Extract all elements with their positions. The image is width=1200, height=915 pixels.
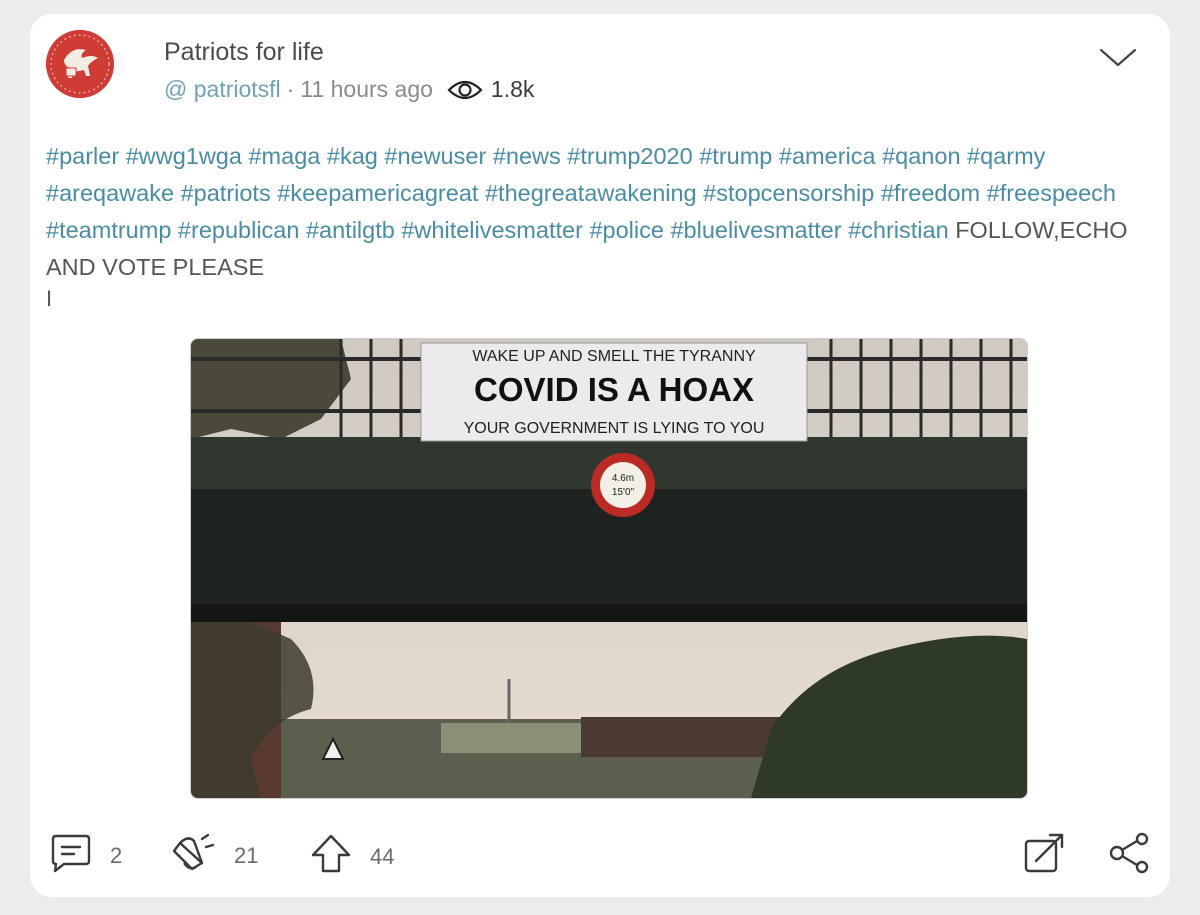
hashtag-link[interactable]: #freespeech: [987, 180, 1116, 206]
hashtag-link[interactable]: #qanon: [882, 143, 960, 169]
hashtag-link[interactable]: #qarmy: [967, 143, 1045, 169]
megaphone-icon: [172, 833, 216, 878]
chevron-down-icon[interactable]: [1098, 46, 1138, 75]
comment-button[interactable]: 2: [50, 833, 122, 878]
hashtag-link[interactable]: #news: [493, 143, 561, 169]
avatar[interactable]: [46, 30, 114, 98]
author-name[interactable]: Patriots for life: [164, 38, 324, 67]
hashtag-link[interactable]: #america: [779, 143, 876, 169]
hashtag-link[interactable]: #maga: [248, 143, 320, 169]
echo-button[interactable]: 21: [172, 833, 258, 878]
bridge-photo: WAKE UP AND SMELL THE TYRANNY COVID IS A…: [191, 339, 1027, 798]
post-image[interactable]: WAKE UP AND SMELL THE TYRANNY COVID IS A…: [190, 338, 1028, 799]
echo-count: 21: [234, 842, 259, 868]
post-time: 11 hours ago: [300, 76, 433, 102]
upvote-button[interactable]: 44: [310, 833, 394, 880]
winged-lion-icon: [46, 30, 114, 98]
meta-separator: ·: [286, 76, 295, 102]
post-text: #parler #wwg1wga #maga #kag #newuser #ne…: [46, 138, 1146, 312]
eye-icon: [447, 78, 483, 102]
expand-button[interactable]: [1022, 831, 1066, 880]
expand-icon: [1022, 833, 1066, 879]
comment-icon: [50, 833, 92, 878]
banner-line-1: WAKE UP AND SMELL THE TYRANNY: [472, 348, 756, 365]
hashtag-link[interactable]: #stopcensorship: [703, 180, 874, 206]
hashtag-link[interactable]: #republican: [178, 217, 300, 243]
banner-line-2: COVID IS A HOAX: [474, 371, 754, 408]
text-caret: I: [46, 286, 53, 311]
share-button[interactable]: [1108, 831, 1152, 880]
hashtag-link[interactable]: #trump: [699, 143, 772, 169]
post-card: Patriots for life @ patriotsfl · 11 hour…: [30, 14, 1170, 897]
hashtag-link[interactable]: #wwg1wga: [126, 143, 242, 169]
sign-line-2: 15'0": [612, 487, 635, 498]
hashtag-link[interactable]: #thegreatawakening: [485, 180, 697, 206]
view-count: 1.8k: [490, 76, 535, 102]
hashtag-link[interactable]: #parler: [46, 143, 119, 169]
hashtag-link[interactable]: #police: [589, 217, 663, 243]
upvote-arrow-icon: [310, 833, 352, 880]
share-icon: [1108, 832, 1152, 879]
hashtag-link[interactable]: #antilgtb: [306, 217, 395, 243]
hashtag-link[interactable]: #kag: [327, 143, 378, 169]
comment-count: 2: [110, 842, 123, 868]
upvote-count: 44: [370, 843, 395, 869]
hashtag-link[interactable]: #newuser: [384, 143, 486, 169]
hashtag-link[interactable]: #teamtrump: [46, 217, 171, 243]
hashtag-link[interactable]: #christian: [848, 217, 949, 243]
hashtag-link[interactable]: #freedom: [881, 180, 980, 206]
banner-line-3: YOUR GOVERNMENT IS LYING TO YOU: [464, 420, 765, 437]
hashtag-link[interactable]: #trump2020: [567, 143, 692, 169]
post-meta: @ patriotsfl · 11 hours ago 1.8k: [164, 76, 534, 103]
hashtag-link[interactable]: #bluelivesmatter: [670, 217, 841, 243]
hashtag-link[interactable]: #keepamericagreat: [277, 180, 478, 206]
hashtag-link[interactable]: #whitelivesmatter: [401, 217, 583, 243]
post-actions: 2 21 44: [30, 829, 1170, 879]
hashtag-link[interactable]: #areqawake: [46, 180, 174, 206]
hashtag-link[interactable]: #patriots: [181, 180, 271, 206]
author-handle[interactable]: @ patriotsfl: [164, 76, 281, 103]
sign-line-1: 4.6m: [612, 473, 634, 484]
